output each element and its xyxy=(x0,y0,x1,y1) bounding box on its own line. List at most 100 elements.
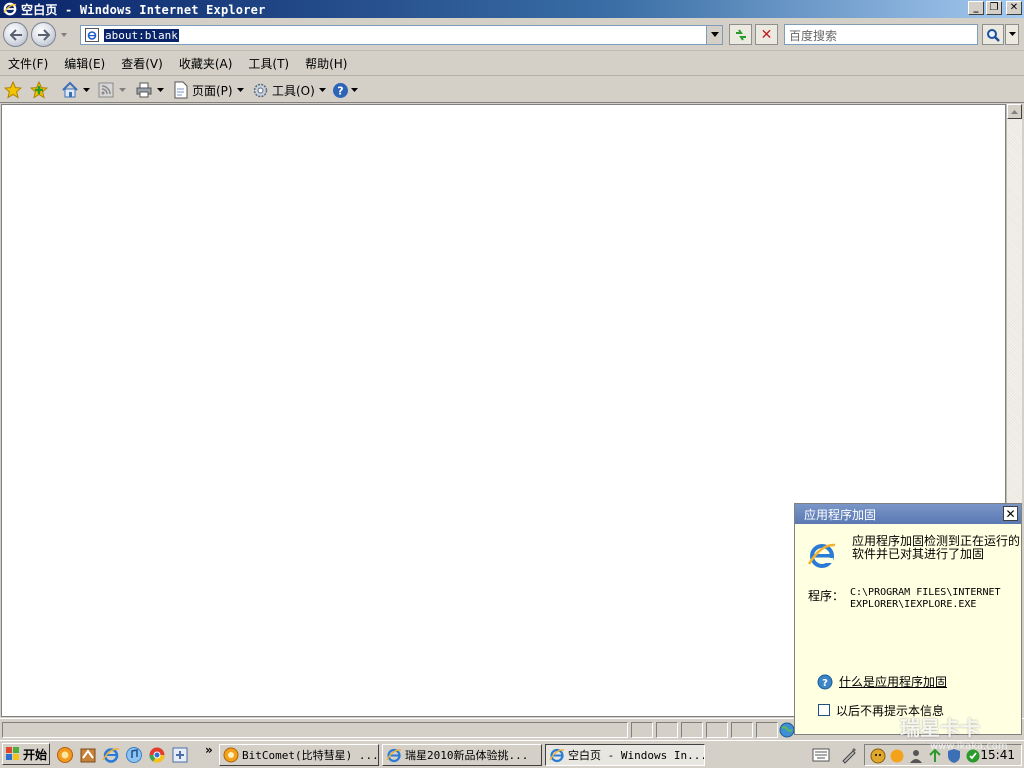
back-button[interactable] xyxy=(3,22,28,47)
watermark-url: www.ikaka.com xyxy=(930,741,1008,752)
address-bar[interactable]: about:blank xyxy=(80,25,723,45)
chevron-down-icon[interactable] xyxy=(157,87,164,93)
restore-button[interactable]: ❐ xyxy=(986,1,1002,15)
itunes-icon[interactable] xyxy=(125,746,143,764)
keyboard-icon[interactable] xyxy=(812,748,830,762)
home-icon xyxy=(62,81,78,98)
popup-message: 应用程序加固检测到正在运行的软件并已对其进行了加固 xyxy=(852,534,1021,561)
start-label: 开始 xyxy=(23,747,48,762)
search-icon xyxy=(987,28,1000,42)
refresh-button[interactable] xyxy=(729,24,752,45)
taskbar: 开始 » BitComet(比特彗星) ... 瑞星2010新品体验挑... 空… xyxy=(0,740,1024,768)
address-input[interactable]: about:blank xyxy=(104,28,179,42)
tools-menu-label: 工具(O) xyxy=(272,83,315,98)
history-dropdown-icon[interactable] xyxy=(60,31,68,39)
help-icon: ? xyxy=(333,82,348,98)
chevron-up-icon xyxy=(1011,110,1018,114)
program-path: C:\PROGRAM FILES\INTERNET EXPLORER\IEXPL… xyxy=(850,587,1001,610)
task-rising-2010[interactable]: 瑞星2010新品体验挑... xyxy=(382,744,542,766)
chevron-down-icon xyxy=(1008,32,1016,36)
forward-arrow-icon xyxy=(37,28,50,41)
app-hardening-popup: 应用程序加固 ✕ 应用程序加固检测到正在运行的软件并已对其进行了加固 程序： C… xyxy=(794,503,1022,735)
app-quicklaunch-icon[interactable] xyxy=(171,746,189,764)
windows-logo-icon xyxy=(6,747,19,760)
popup-close-button[interactable]: ✕ xyxy=(1003,506,1018,521)
status-pane xyxy=(656,722,678,738)
print-button[interactable] xyxy=(135,81,164,99)
address-dropdown-button[interactable] xyxy=(706,26,722,44)
internet-zone-icon[interactable] xyxy=(779,722,795,738)
status-pane xyxy=(756,722,778,738)
user-icon[interactable] xyxy=(908,748,924,764)
help-button[interactable]: ? xyxy=(332,81,358,99)
menu-help[interactable]: 帮助(H) xyxy=(297,55,355,72)
add-favorite-icon xyxy=(30,81,48,99)
rising-lion-icon[interactable] xyxy=(870,748,886,764)
chevron-down-icon[interactable] xyxy=(351,87,358,93)
chevron-down-icon xyxy=(710,32,719,37)
quicklaunch-more-icon[interactable]: » xyxy=(205,743,213,757)
watermark-logo: 瑞星卡卡 xyxy=(900,716,980,740)
refresh-icon xyxy=(735,28,746,41)
svg-text:?: ? xyxy=(337,84,343,97)
ie-logo-icon xyxy=(3,2,17,16)
bitcomet-icon xyxy=(223,747,239,763)
ie-logo-icon xyxy=(807,543,836,568)
menu-bar: 文件(F) 编辑(E) 查看(V) 收藏夹(A) 工具(T) 帮助(H) xyxy=(0,52,1024,76)
task-label: 空白页 - Windows In... xyxy=(568,749,705,762)
chevron-down-icon[interactable] xyxy=(236,87,244,93)
back-arrow-icon xyxy=(9,28,22,41)
pen-tool-icon[interactable] xyxy=(840,746,858,764)
favorites-center-button[interactable] xyxy=(4,81,22,99)
help-link[interactable]: 什么是应用程序加固 xyxy=(839,673,947,690)
menu-edit[interactable]: 编辑(E) xyxy=(56,55,113,72)
minimize-button[interactable]: _ xyxy=(968,1,984,15)
page-icon xyxy=(85,28,99,42)
search-input[interactable]: 百度搜索 xyxy=(784,24,978,45)
popup-title: 应用程序加固 xyxy=(804,507,877,522)
close-button[interactable]: ✕ xyxy=(1006,1,1022,15)
dont-show-again-checkbox[interactable] xyxy=(818,704,830,716)
task-blank-page[interactable]: 空白页 - Windows In... xyxy=(545,744,705,766)
printer-icon xyxy=(136,82,152,98)
program-label: 程序： xyxy=(808,589,845,603)
tray-app-icon[interactable] xyxy=(889,748,905,764)
menu-favorites[interactable]: 收藏夹(A) xyxy=(171,55,241,72)
menu-tools[interactable]: 工具(T) xyxy=(240,55,297,72)
page-menu-label: 页面(P) xyxy=(192,83,233,98)
task-bitcomet[interactable]: BitComet(比特彗星) ... xyxy=(219,744,379,766)
task-label: 瑞星2010新品体验挑... xyxy=(405,749,529,762)
status-pane xyxy=(706,722,728,738)
ie-icon xyxy=(549,748,565,763)
status-pane xyxy=(681,722,703,738)
start-button[interactable]: 开始 xyxy=(2,743,50,765)
stop-button[interactable]: ✕ xyxy=(755,24,778,45)
menu-view[interactable]: 查看(V) xyxy=(113,55,171,72)
search-button[interactable] xyxy=(982,24,1004,45)
chrome-icon[interactable] xyxy=(148,746,166,764)
status-text xyxy=(2,722,628,738)
search-options-button[interactable] xyxy=(1005,24,1019,45)
menu-file[interactable]: 文件(F) xyxy=(0,55,56,72)
forward-button[interactable] xyxy=(31,22,56,47)
add-favorites-button[interactable] xyxy=(30,81,48,99)
tools-menu-button[interactable]: 工具(O) xyxy=(252,81,326,99)
command-toolbar: 页面(P) 工具(O) ? xyxy=(0,77,1024,103)
stop-icon: ✕ xyxy=(760,26,773,43)
scroll-up-button[interactable] xyxy=(1007,104,1022,119)
window-title: 空白页 - Windows Internet Explorer xyxy=(21,2,266,17)
firefox-icon[interactable] xyxy=(56,746,74,764)
task-label: BitComet(比特彗星) ... xyxy=(242,749,379,762)
ie-icon[interactable] xyxy=(102,746,120,764)
page-menu-button[interactable]: 页面(P) xyxy=(172,81,244,99)
chevron-down-icon[interactable] xyxy=(119,87,126,93)
app-quicklaunch-icon[interactable] xyxy=(79,746,97,764)
ie-icon xyxy=(386,748,402,763)
title-bar[interactable]: 空白页 - Windows Internet Explorer _ ❐ ✕ xyxy=(0,0,1024,18)
chevron-down-icon[interactable] xyxy=(83,87,90,93)
svg-text:?: ? xyxy=(822,678,828,689)
status-pane xyxy=(731,722,753,738)
feeds-button[interactable] xyxy=(97,81,126,99)
chevron-down-icon[interactable] xyxy=(318,87,326,93)
home-button[interactable] xyxy=(61,81,90,99)
